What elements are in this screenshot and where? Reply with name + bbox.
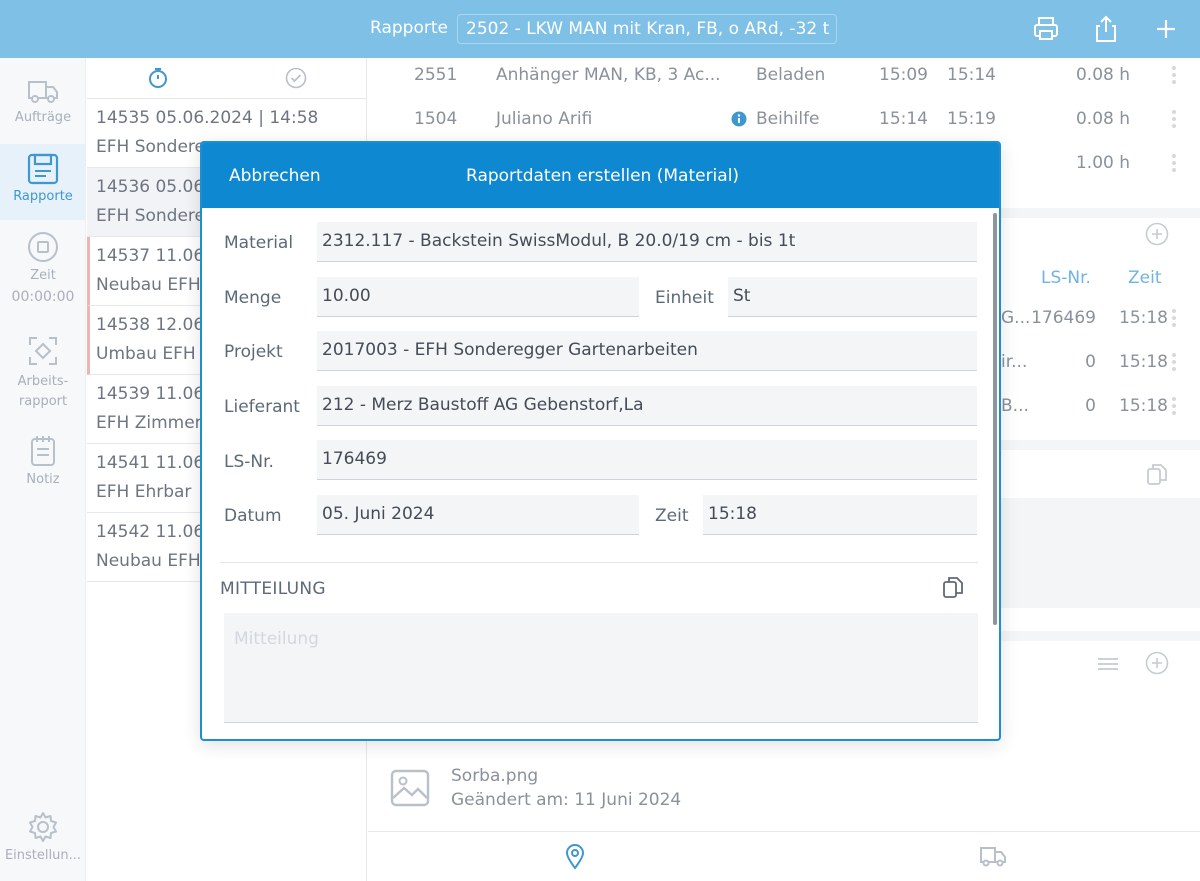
nav-label: Zeit bbox=[30, 268, 56, 283]
cancel-button[interactable]: Abbrechen bbox=[229, 166, 321, 186]
share-icon[interactable] bbox=[1092, 14, 1120, 44]
top-bar: Rapporte 2502 - LKW MAN mit Kran, FB, o … bbox=[0, 0, 1200, 58]
copy-icon[interactable] bbox=[1146, 463, 1168, 487]
check-circle-icon[interactable] bbox=[285, 67, 307, 89]
more-icon[interactable] bbox=[1172, 154, 1176, 172]
left-navigation: Aufträge Rapporte Zeit 00:00:00 Arbeits-… bbox=[0, 58, 86, 881]
report-icon bbox=[27, 153, 59, 185]
add-circle-icon[interactable] bbox=[1145, 222, 1169, 246]
gear-icon bbox=[29, 812, 57, 842]
plus-icon[interactable] bbox=[1152, 14, 1180, 44]
truck-icon[interactable] bbox=[979, 844, 1007, 868]
unit-field[interactable]: St bbox=[728, 277, 977, 317]
nav-label: Rapporte bbox=[13, 189, 73, 204]
truck-icon bbox=[28, 81, 58, 103]
column-header-ls-nr[interactable]: LS-Nr. bbox=[1041, 268, 1091, 288]
list-header bbox=[87, 58, 367, 99]
lieferant-label: Lieferant bbox=[224, 397, 300, 417]
time-field[interactable]: 15:18 bbox=[703, 495, 977, 535]
stop-icon bbox=[28, 232, 58, 262]
supplier-field[interactable]: 212 - Merz Baustoff AG Gebenstorf,La bbox=[317, 386, 977, 426]
file-date: Geändert am: 11 Juni 2024 bbox=[451, 790, 682, 810]
timer-value: 00:00:00 bbox=[11, 289, 75, 305]
add-circle-icon[interactable] bbox=[1145, 651, 1169, 675]
dialog-header: Abbrechen Raportdaten erstellen (Materia… bbox=[202, 143, 999, 208]
nav-label: Aufträge bbox=[14, 110, 72, 125]
time-row[interactable]: 2551 Anhänger MAN, KB, 3 Ac... Beladen 1… bbox=[368, 58, 1200, 102]
vehicle-selector[interactable]: 2502 - LKW MAN mit Kran, FB, o ARd, -32 … bbox=[457, 14, 837, 44]
date-field[interactable]: 05. Juni 2024 bbox=[317, 495, 639, 535]
scan-icon bbox=[29, 337, 57, 365]
column-header-zeit[interactable]: Zeit bbox=[1128, 268, 1162, 288]
stopwatch-icon[interactable] bbox=[147, 67, 169, 89]
nav-item-notiz[interactable]: Notiz bbox=[0, 434, 86, 487]
nav-label: Einstellun... bbox=[4, 848, 82, 863]
notepad-icon bbox=[31, 436, 55, 466]
info-icon[interactable] bbox=[731, 111, 747, 127]
image-file-icon bbox=[390, 769, 430, 807]
einheit-label: Einheit bbox=[655, 288, 714, 308]
projekt-label: Projekt bbox=[224, 342, 283, 362]
dialog-scrollbar[interactable] bbox=[993, 213, 997, 625]
more-icon[interactable] bbox=[1172, 309, 1176, 327]
delivery-note-field[interactable]: 176469 bbox=[317, 440, 977, 480]
bottom-tab-bar bbox=[368, 831, 1200, 881]
material-report-dialog: Abbrechen Raportdaten erstellen (Materia… bbox=[200, 141, 1001, 741]
nav-label: Arbeits- rapport bbox=[17, 374, 69, 409]
nav-item-arbeitsrapport[interactable]: Arbeits- rapport bbox=[0, 334, 86, 412]
file-name: Sorba.png bbox=[451, 766, 539, 786]
material-label: Material bbox=[224, 233, 294, 253]
zeit-label: Zeit bbox=[655, 506, 689, 526]
nav-item-zeit[interactable]: Zeit 00:00:00 bbox=[0, 230, 86, 305]
quantity-field[interactable]: 10.00 bbox=[317, 277, 639, 317]
printer-icon[interactable] bbox=[1032, 14, 1060, 44]
location-pin-icon[interactable] bbox=[565, 844, 585, 870]
menge-label: Menge bbox=[224, 288, 282, 308]
datum-label: Datum bbox=[224, 506, 282, 526]
mitteilung-title: MITTEILUNG bbox=[220, 579, 326, 599]
copy-icon[interactable] bbox=[942, 576, 964, 600]
file-item[interactable]: Sorba.png Geändert am: 11 Juni 2024 bbox=[368, 758, 1200, 830]
nav-item-auftraege[interactable]: Aufträge bbox=[0, 76, 86, 125]
nav-item-rapporte[interactable]: Rapporte bbox=[0, 144, 86, 220]
time-row[interactable]: 1504 Juliano Arifi Beihilfe 15:14 15:19 … bbox=[368, 102, 1200, 146]
material-field[interactable]: 2312.117 - Backstein SwissModul, B 20.0/… bbox=[317, 222, 977, 262]
more-icon[interactable] bbox=[1172, 66, 1176, 84]
more-icon[interactable] bbox=[1172, 110, 1176, 128]
page-title: Rapporte bbox=[370, 18, 448, 38]
more-icon[interactable] bbox=[1172, 397, 1176, 415]
nav-item-einstellungen[interactable]: Einstellun... bbox=[0, 810, 86, 863]
dialog-title: Raportdaten erstellen (Material) bbox=[466, 166, 740, 186]
ls-nr-label: LS-Nr. bbox=[224, 452, 274, 472]
list-icon[interactable] bbox=[1096, 654, 1120, 674]
project-field[interactable]: 2017003 - EFH Sonderegger Gartenarbeiten bbox=[317, 331, 977, 371]
message-input[interactable] bbox=[224, 613, 978, 723]
more-icon[interactable] bbox=[1172, 353, 1176, 371]
nav-label: Notiz bbox=[26, 472, 60, 487]
